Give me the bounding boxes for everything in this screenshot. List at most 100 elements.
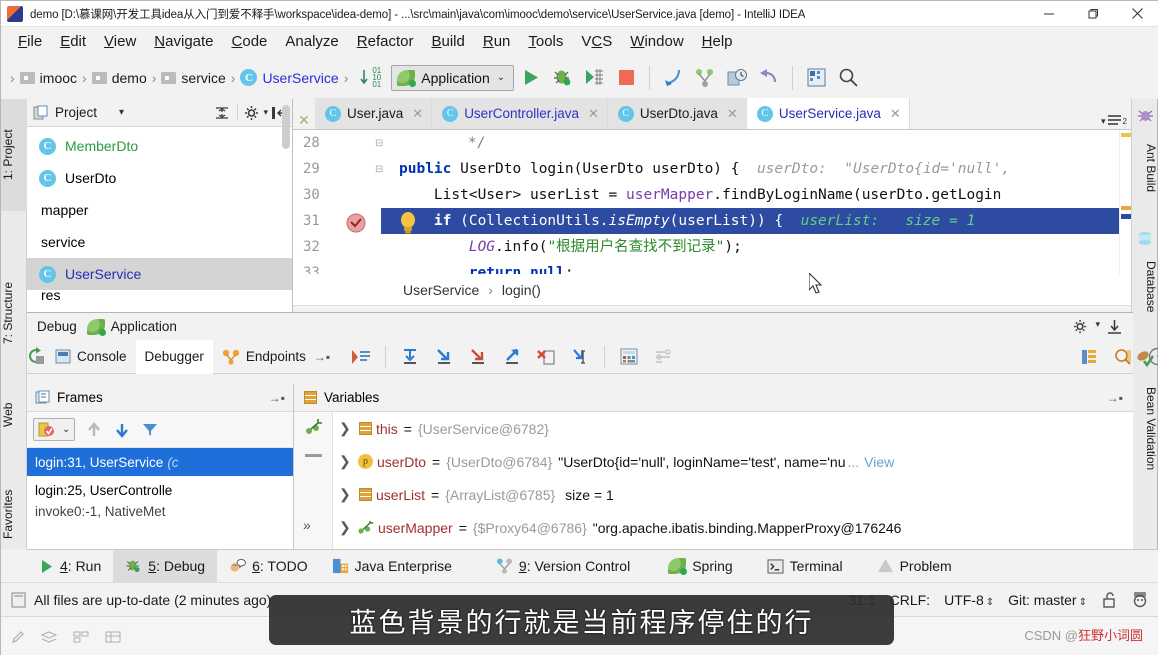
project-tree-scrollbar[interactable]: [282, 105, 290, 149]
rollback-icon[interactable]: [753, 63, 785, 93]
debug-tab-debugger[interactable]: Debugger: [135, 339, 213, 374]
maximize-button[interactable]: [1071, 1, 1115, 27]
tree-item-service[interactable]: service: [27, 226, 292, 258]
tree-item-mapper[interactable]: mapper: [27, 194, 292, 226]
toolwindow-version-control[interactable]: 9: Version Control: [484, 550, 642, 583]
sidebar-tab-project[interactable]: 1: Project: [1, 99, 27, 211]
arrow-up-icon[interactable]: [85, 421, 103, 439]
close-icon[interactable]: ✕: [412, 106, 423, 122]
remove-watch-icon[interactable]: [305, 454, 322, 457]
right-tab-ant-build[interactable]: Ant Build: [1132, 127, 1158, 209]
variable-row-this[interactable]: ❯ this = {UserService@6782}: [333, 412, 1133, 445]
threads-icon[interactable]: [1073, 342, 1105, 372]
toolwindow-run[interactable]: 4: Run: [27, 550, 113, 583]
menu-refactor[interactable]: Refactor: [348, 31, 423, 52]
breadcrumb-class[interactable]: UserService: [403, 282, 479, 298]
editor-tab-userservice-java[interactable]: C UserService.java ✕: [746, 98, 910, 129]
encoding-selector[interactable]: UTF-8 ⇕: [944, 592, 994, 608]
line-separator[interactable]: CRLF:: [890, 592, 930, 608]
tree-item-userdto[interactable]: C UserDto: [27, 162, 292, 194]
git-branch-selector[interactable]: Git: master ⇕: [1008, 592, 1087, 608]
search-icon[interactable]: [832, 63, 864, 93]
editor-tab-usercontroller-java[interactable]: C UserController.java ✕: [432, 98, 608, 129]
menu-edit[interactable]: Edit: [51, 31, 95, 52]
right-tab-bean-validation[interactable]: Bean Validation: [1132, 371, 1158, 487]
gear-icon[interactable]: [1073, 319, 1089, 335]
detach-icon[interactable]: →▪: [314, 350, 330, 364]
menu-tools[interactable]: Tools: [519, 31, 572, 52]
execution-marker[interactable]: [1121, 214, 1131, 219]
filter-icon[interactable]: [141, 421, 159, 439]
variable-row-userdto[interactable]: ❯ p userDto = {UserDto@6784} "UserDto{id…: [333, 445, 1133, 478]
more-actions-icon[interactable]: »: [303, 517, 311, 533]
close-icon[interactable]: ✕: [727, 106, 738, 122]
frame-row-invoke0[interactable]: invoke0:-1, NativeMet: [27, 504, 293, 518]
menu-build[interactable]: Build: [422, 31, 473, 52]
breakpoint-icon[interactable]: [345, 212, 367, 234]
editor-tab-userdto-java[interactable]: C UserDto.java ✕: [607, 98, 747, 129]
layers-icon[interactable]: [41, 630, 57, 644]
add-watch-icon[interactable]: [304, 418, 324, 438]
debug-button[interactable]: [546, 63, 578, 93]
chevron-down-icon[interactable]: ▾: [263, 107, 268, 118]
run-configuration-selector[interactable]: Application ⌄: [391, 64, 515, 91]
current-line-marker[interactable]: [1121, 206, 1131, 210]
database-icon[interactable]: [800, 63, 832, 93]
menu-view[interactable]: View: [95, 31, 145, 52]
update-project-icon[interactable]: [721, 63, 753, 93]
chevron-right-icon[interactable]: ❯: [339, 420, 357, 437]
collapse-all-icon[interactable]: [213, 105, 231, 121]
chevron-down-icon[interactable]: ▾: [119, 107, 124, 118]
debug-tab-endpoints[interactable]: Endpoints →▪: [213, 340, 339, 374]
run-with-coverage-button[interactable]: [578, 63, 610, 93]
breadcrumb-imooc[interactable]: imooc: [19, 70, 77, 86]
sidebar-tab-favorites[interactable]: Favorites: [1, 474, 27, 554]
detach-icon[interactable]: →▪: [269, 391, 293, 405]
force-step-into-icon[interactable]: [462, 342, 494, 372]
table-icon[interactable]: [105, 630, 121, 644]
view-link[interactable]: View: [864, 454, 894, 470]
drop-frame-icon[interactable]: [530, 342, 562, 372]
debug-tab-console[interactable]: Console: [46, 340, 136, 374]
tree-item-userservice[interactable]: C UserService: [27, 258, 292, 290]
tab-close-icon[interactable]: ✕: [293, 112, 315, 129]
chevron-right-icon[interactable]: ❯: [339, 486, 357, 503]
menu-file[interactable]: File: [9, 31, 51, 52]
mute-breakpoints-icon[interactable]: [647, 342, 679, 372]
menu-navigate[interactable]: Navigate: [145, 31, 222, 52]
breadcrumb-service[interactable]: service: [161, 70, 226, 86]
menu-window[interactable]: Window: [621, 31, 692, 52]
variable-row-usermapper[interactable]: ❯ userMapper = {$Proxy64@6786} "org.apac…: [333, 511, 1133, 544]
step-out-icon[interactable]: [496, 342, 528, 372]
editor-gutter[interactable]: 28 29 30 31 32 33: [293, 130, 381, 274]
pencil-icon[interactable]: [11, 630, 25, 644]
step-into-icon[interactable]: [428, 342, 460, 372]
inspect-icon[interactable]: [1107, 342, 1139, 372]
tree-item-res[interactable]: res: [27, 290, 292, 300]
inspector-icon[interactable]: [1131, 591, 1149, 609]
run-to-cursor-icon[interactable]: [564, 342, 596, 372]
show-execution-point-icon[interactable]: [345, 342, 377, 372]
debug-numbers-icon[interactable]: 01 10 01: [359, 67, 381, 89]
grid-icon[interactable]: [73, 630, 89, 644]
settings-gauge-icon[interactable]: [1141, 342, 1158, 372]
chevron-right-icon[interactable]: ❯: [339, 453, 357, 470]
toolwindow-spring[interactable]: Spring: [656, 550, 744, 583]
tree-item-memberdto[interactable]: C MemberDto: [27, 130, 292, 162]
close-icon[interactable]: ✕: [588, 106, 599, 122]
menu-analyze[interactable]: Analyze: [276, 31, 347, 52]
tab-list-button[interactable]: ▾ 2: [1101, 113, 1133, 129]
gear-icon[interactable]: [244, 105, 261, 121]
evaluate-expression-icon[interactable]: [613, 342, 645, 372]
toolwindow-terminal[interactable]: Terminal: [755, 550, 855, 583]
status-toggle-icon[interactable]: [11, 592, 26, 608]
menu-code[interactable]: Code: [223, 31, 277, 52]
minimize-button[interactable]: [1027, 1, 1071, 27]
hide-panel-icon[interactable]: [1106, 319, 1123, 335]
menu-help[interactable]: Help: [693, 31, 742, 52]
close-icon[interactable]: ✕: [890, 106, 901, 122]
unlock-icon[interactable]: [1101, 591, 1117, 609]
menu-run[interactable]: Run: [474, 31, 520, 52]
step-over-icon[interactable]: [394, 342, 426, 372]
breadcrumb-userservice[interactable]: C UserService: [240, 69, 339, 86]
